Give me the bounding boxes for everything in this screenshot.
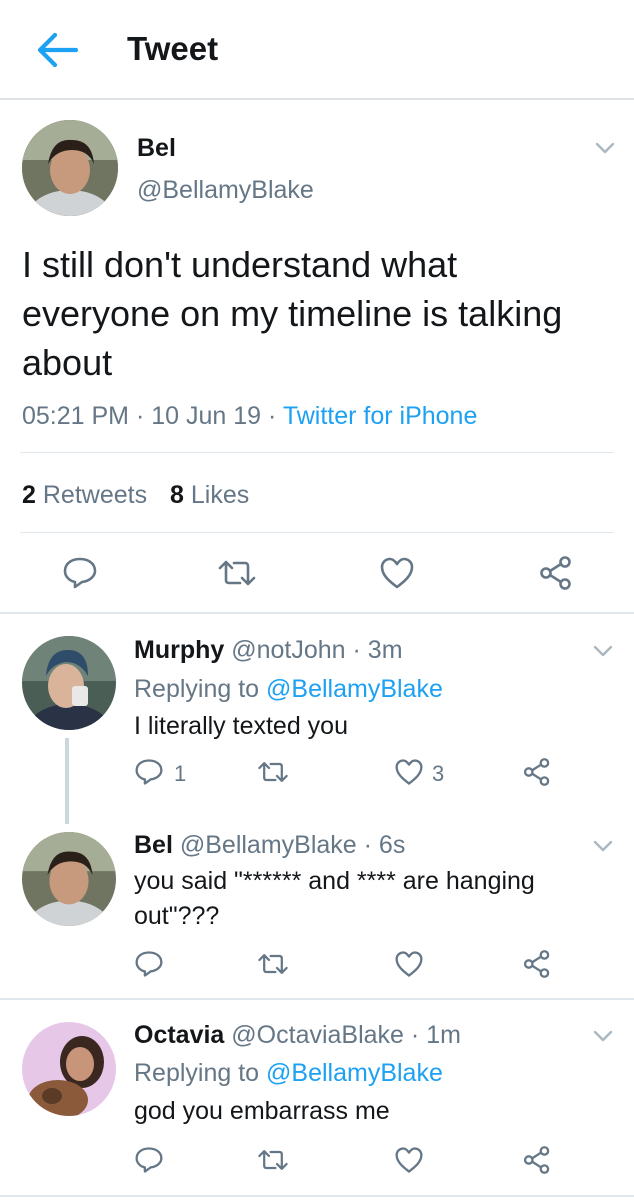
reply-time: 1m xyxy=(426,1021,461,1049)
divider xyxy=(0,998,634,1000)
reply-text-line2: out"??? xyxy=(134,902,220,930)
divider xyxy=(0,612,634,614)
chevron-down-icon[interactable] xyxy=(592,839,614,853)
divider xyxy=(20,452,614,453)
like-count: 3 xyxy=(432,761,445,786)
share-icon[interactable] xyxy=(522,758,552,786)
reply-time: 3m xyxy=(367,636,403,664)
chevron-down-icon[interactable] xyxy=(592,644,614,658)
reply-author-handle[interactable]: @OctaviaBlake xyxy=(231,1021,404,1049)
author-handle[interactable]: @BellamyBlake xyxy=(137,176,314,205)
retweet-stat[interactable]: 2 Retweets xyxy=(22,481,147,509)
tweet-text-line2: everyone on my timeline is talking xyxy=(22,293,563,334)
reply-icon[interactable] xyxy=(134,1146,164,1174)
tweet-text-line1: I still don't understand what xyxy=(22,244,458,285)
reply-header: Octavia @OctaviaBlake · 1m xyxy=(134,1021,461,1049)
reply-author-handle[interactable]: @notJohn xyxy=(231,636,345,664)
like-icon[interactable] xyxy=(394,1146,424,1174)
author-name[interactable]: Bel xyxy=(137,134,176,163)
like-icon[interactable] xyxy=(379,556,415,590)
like-icon[interactable] xyxy=(394,950,424,978)
replying-to-link[interactable]: @BellamyBlake xyxy=(266,1059,443,1087)
share-icon[interactable] xyxy=(538,556,574,590)
retweet-icon[interactable] xyxy=(256,1148,290,1172)
reply-time: 6s xyxy=(378,831,406,859)
replying-to-link[interactable]: @BellamyBlake xyxy=(266,675,443,703)
replying-to: Replying to @BellamyBlake xyxy=(134,1059,443,1087)
tweet-meta: 05:21 PM · 10 Jun 19 · Twitter for iPhon… xyxy=(22,402,478,430)
reply-icon[interactable] xyxy=(62,556,98,590)
reply-text-line1: you said "****** and **** are hanging xyxy=(134,867,535,895)
reply-icon[interactable] xyxy=(134,950,164,978)
avatar[interactable] xyxy=(22,1022,116,1116)
divider xyxy=(0,1195,634,1197)
retweet-icon[interactable] xyxy=(256,760,290,784)
like-stat[interactable]: 8 Likes xyxy=(170,481,249,509)
replying-to: Replying to @BellamyBlake xyxy=(134,675,443,703)
reply-author-name[interactable]: Bel xyxy=(134,831,173,859)
reply-author-name[interactable]: Octavia xyxy=(134,1021,224,1049)
chevron-down-icon[interactable] xyxy=(594,141,616,155)
share-icon[interactable] xyxy=(522,1146,552,1174)
tweet-source-link[interactable]: Twitter for iPhone xyxy=(283,402,478,430)
share-icon[interactable] xyxy=(522,950,552,978)
avatar[interactable] xyxy=(22,636,116,730)
reply-author-handle[interactable]: @BellamyBlake xyxy=(180,831,357,859)
reply-header: Murphy @notJohn · 3m xyxy=(134,636,403,664)
avatar[interactable] xyxy=(22,832,116,926)
back-arrow-icon[interactable] xyxy=(34,30,80,70)
retweet-icon[interactable] xyxy=(216,558,258,588)
retweet-icon[interactable] xyxy=(256,952,290,976)
reply-text: I literally texted you xyxy=(134,712,348,740)
tweet-time: 05:21 PM xyxy=(22,402,130,430)
reply-header: Bel @BellamyBlake · 6s xyxy=(134,831,406,859)
page-title: Tweet xyxy=(127,30,219,67)
reply-count: 1 xyxy=(174,761,187,786)
reply-author-name[interactable]: Murphy xyxy=(134,636,224,664)
reply-icon[interactable] xyxy=(134,758,164,786)
thread-line xyxy=(65,738,69,824)
tweet-text-line3: about xyxy=(22,342,113,383)
avatar[interactable] xyxy=(22,120,118,216)
reply-text: god you embarrass me xyxy=(134,1097,390,1125)
like-icon[interactable] xyxy=(394,758,424,786)
tweet-date: 10 Jun 19 xyxy=(151,402,262,430)
chevron-down-icon[interactable] xyxy=(592,1029,614,1043)
divider xyxy=(20,532,614,533)
app-header: Tweet xyxy=(0,0,634,100)
tweet-stats: 2 Retweets 8 Likes xyxy=(22,481,249,510)
